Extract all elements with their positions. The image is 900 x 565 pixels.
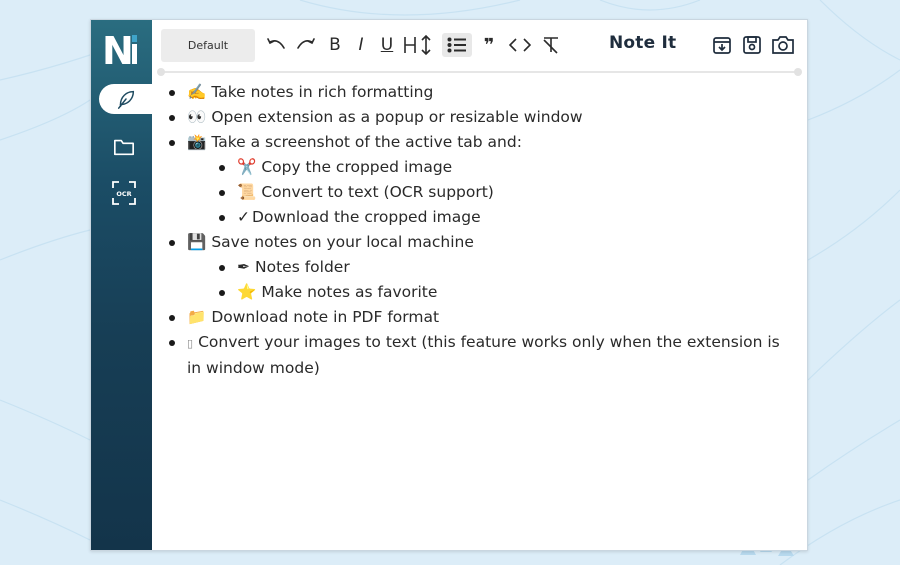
heading-icon [404,34,431,56]
list-item: 📸 Take a screenshot of the active tab and… [163,130,795,230]
brand-title: Note It [609,33,677,53]
svg-text:N: N [102,29,134,72]
save-button[interactable] [740,33,764,57]
list-item-text: Notes folder [255,258,350,276]
list-item: ✓ Download the cropped image [213,205,795,230]
bold-icon: B [329,35,341,55]
list-button[interactable] [442,33,472,57]
code-button[interactable] [507,33,533,57]
list-item-text: Make notes as favorite [261,283,438,301]
sub-list: ✂️ Copy the cropped image 📜 Convert to tex… [213,155,795,230]
underline-button[interactable]: U [377,33,397,57]
list-item-text: Take notes in rich formatting [211,83,434,101]
pen-nib-icon: ✒ [237,258,250,276]
list-item-text: Save notes on your local machine [211,233,474,251]
list-item: 📁 Download note in PDF format [163,305,795,330]
italic-icon: I [358,35,364,55]
list-item-text: Convert to text (OCR support) [261,183,494,201]
toolbar: Default B I U ❞ Note It [152,20,807,70]
archive-button[interactable] [710,33,734,57]
ocr-icon: OCR [112,181,136,205]
list-item: 💾 Save notes on your local machine ✒ Notes… [163,230,795,305]
writing-hand-icon: ✍️ [187,83,207,101]
ocr-label: OCR [116,190,131,198]
feather-icon [117,90,134,109]
floppy-disk-icon: 💾 [187,233,207,251]
code-icon [509,38,531,52]
sidebar-item-notes[interactable] [99,84,152,114]
bullet-list: ✍️ Take notes in rich formatting 👀 Open ex… [163,80,795,381]
list-item: 📜 Convert to text (OCR support) [213,180,795,205]
list-item-text: Open extension as a popup or resizable w… [211,108,583,126]
list-item-text: Download the cropped image [252,208,481,226]
list-item: ▯ Convert your images to text (this featu… [163,330,795,381]
folder-emoji-icon: 📁 [187,308,207,326]
redo-icon [297,38,315,49]
camera-flash-icon: 📸 [187,133,207,151]
list-item: ✍️ Take notes in rich formatting [163,80,795,105]
sidebar-item-folder[interactable] [99,132,149,162]
clear-format-icon [543,37,558,54]
list-item: 👀 Open extension as a popup or resizable … [163,105,795,130]
note-editor[interactable]: ✍️ Take notes in rich formatting 👀 Open ex… [163,80,795,540]
checkmark-icon: ✓ [237,208,250,226]
archive-icon [713,37,731,54]
camera-icon [772,36,794,54]
list-item: ⭐ Make notes as favorite [213,280,795,305]
toolbar-divider [161,71,800,73]
redo-button[interactable] [294,33,318,57]
bold-button[interactable]: B [325,33,345,57]
italic-button[interactable]: I [351,33,371,57]
list-icon [447,37,466,53]
underline-icon: U [380,35,394,55]
sub-list: ✒ Notes folder ⭐ Make notes as favorite [213,255,795,305]
folder-icon [114,139,134,156]
mobile-icon: ▯ [187,337,194,350]
list-item-text: Take a screenshot of the active tab and: [211,133,522,151]
star-icon: ⭐ [237,283,257,301]
list-item: ✂️ Copy the cropped image [213,155,795,180]
undo-button[interactable] [264,33,288,57]
heading-button[interactable] [402,33,432,57]
quote-button[interactable]: ❞ [479,33,499,57]
list-item-text: Convert your images to text (this featur… [187,333,780,377]
scissors-icon: ✂️ [237,158,257,176]
sidebar-item-ocr[interactable]: OCR [99,178,149,208]
font-select[interactable]: Default [161,29,255,62]
scroll-icon: 📜 [237,183,257,201]
list-item-text: Copy the cropped image [261,158,453,176]
quote-icon: ❞ [483,34,495,56]
list-item: ✒ Notes folder [213,255,795,280]
sidebar: N OCR [91,20,152,550]
eyes-icon: 👀 [187,108,207,126]
list-item-text: Download note in PDF format [211,308,440,326]
app-window: N OCR Default B I U ❞ Note It ✍️ Take no… [90,19,808,551]
divider-dot-left [157,68,165,76]
divider-dot-right [794,68,802,76]
save-icon [743,36,761,54]
app-logo: N [102,29,137,72]
clear-format-button[interactable] [539,33,563,57]
undo-icon [267,38,285,49]
screenshot-button[interactable] [769,33,797,57]
